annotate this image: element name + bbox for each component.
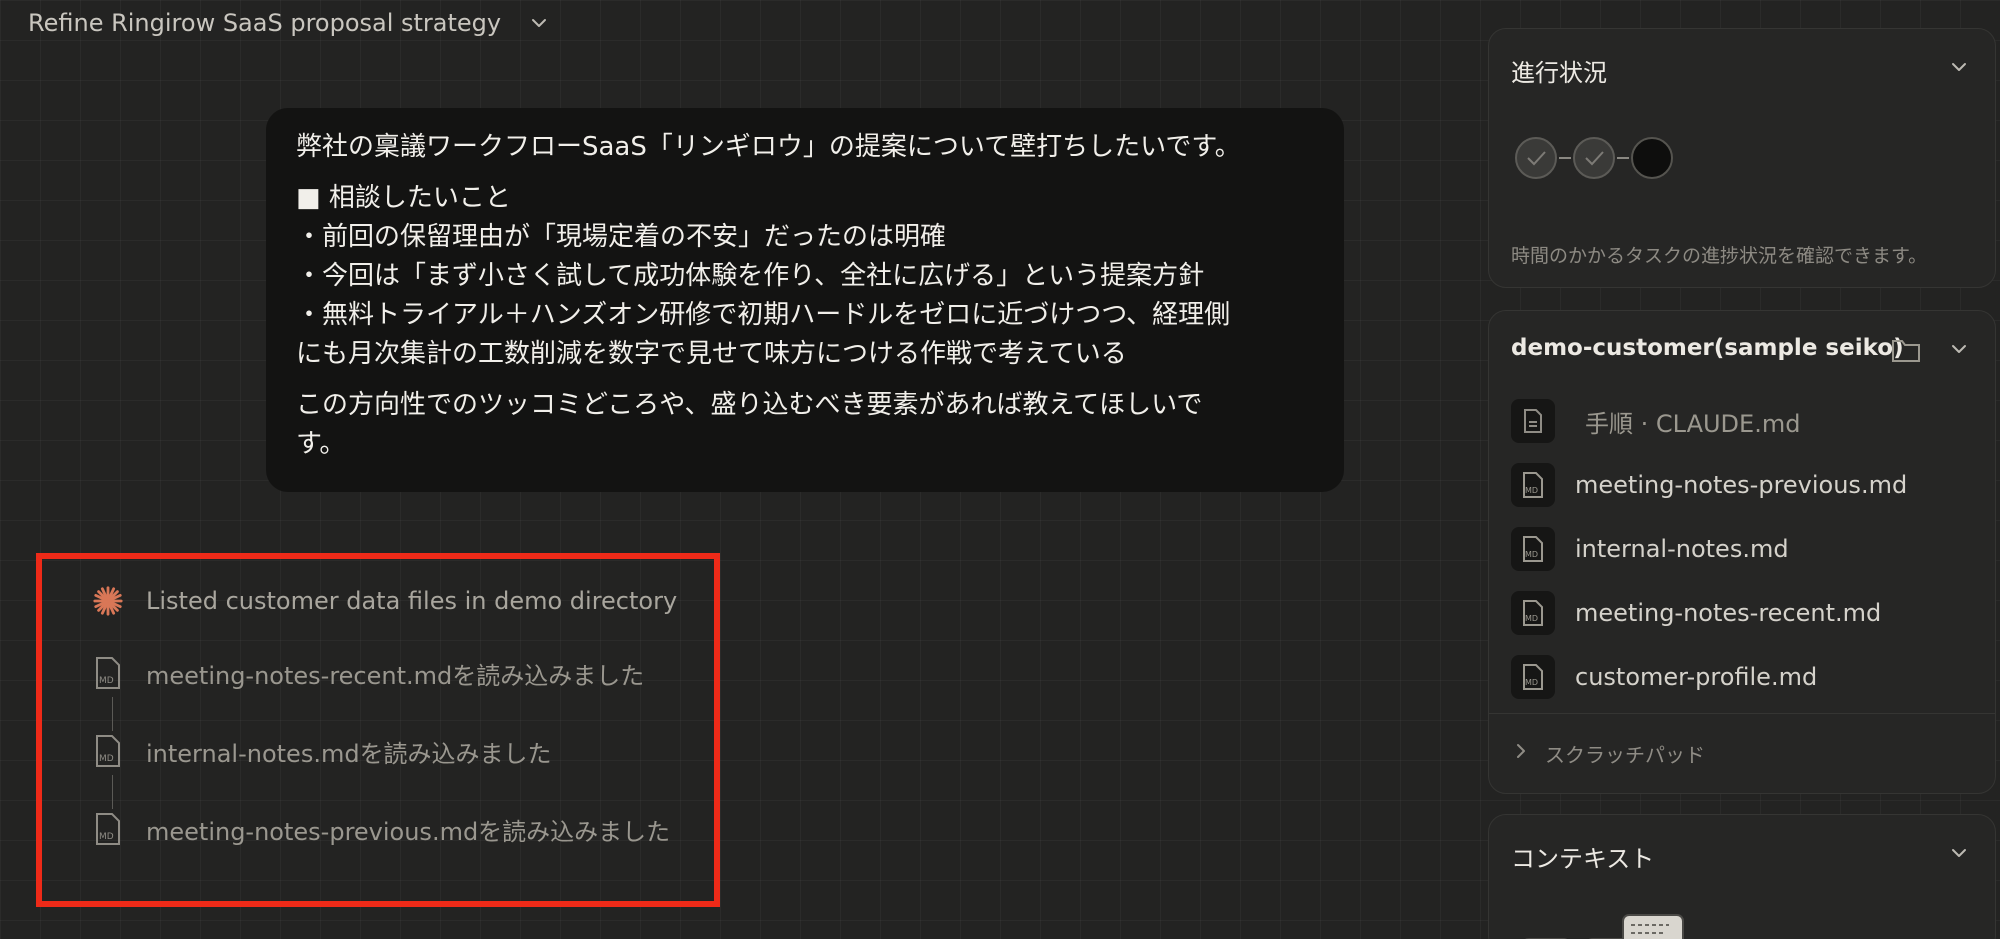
activity-step-label: meeting-notes-recent.mdを読み込みました xyxy=(146,661,645,690)
md-file-icon: MD xyxy=(1511,463,1555,507)
file-item[interactable]: MD meeting-notes-recent.md xyxy=(1511,591,1881,635)
svg-text:MD: MD xyxy=(99,832,114,842)
svg-text:MD: MD xyxy=(99,754,114,764)
md-file-icon: MD xyxy=(1511,527,1555,571)
activity-step-label: meeting-notes-previous.mdを読み込みました xyxy=(146,817,671,846)
doc-icon xyxy=(1511,399,1555,443)
activity-summary-row[interactable]: Listed customer data files in demo direc… xyxy=(92,583,677,619)
timeline-connector xyxy=(112,775,113,809)
files-panel-title: demo-customer(sample seiko) xyxy=(1511,335,1904,361)
step-connector xyxy=(1617,157,1629,159)
claude-spark-icon xyxy=(92,583,124,619)
chevron-down-icon[interactable] xyxy=(1949,57,1969,81)
conversation-title[interactable]: Refine Ringirow SaaS proposal strategy xyxy=(28,9,501,37)
chevron-right-icon xyxy=(1513,741,1529,766)
svg-text:MD: MD xyxy=(1525,486,1538,495)
message-line: ・無料トライアル＋ハンズオン研修で初期ハードルをゼロに近づけつつ、経理側 xyxy=(296,300,1231,330)
file-name: meeting-notes-previous.md xyxy=(1575,471,1908,499)
file-item[interactable]: MD meeting-notes-previous.md xyxy=(1511,463,1907,507)
activity-summary: Listed customer data files in demo direc… xyxy=(146,587,678,615)
message-line: す。 xyxy=(296,429,346,459)
divider xyxy=(1489,713,1995,714)
svg-text:MD: MD xyxy=(1525,614,1538,623)
md-file-icon: MD xyxy=(1511,655,1555,699)
message-line: にも月次集計の工数削減を数字で見せて味方につける作戦で考えている xyxy=(296,339,1127,369)
context-panel-title: コンテキスト xyxy=(1511,845,1655,873)
activity-step-label: internal-notes.mdを読み込みました xyxy=(146,739,552,768)
svg-text:MD: MD xyxy=(1525,678,1538,687)
md-file-icon: MD xyxy=(92,655,124,691)
md-file-icon: MD xyxy=(1511,591,1555,635)
scratchpad-toggle[interactable]: スクラッチパッド xyxy=(1513,739,1705,768)
step-complete-icon xyxy=(1573,137,1615,179)
md-file-icon: MD xyxy=(92,811,124,847)
scratchpad-label: スクラッチパッド xyxy=(1545,743,1705,767)
activity-step[interactable]: MD internal-notes.mdを読み込みました xyxy=(92,733,552,769)
step-complete-icon xyxy=(1515,137,1557,179)
file-item[interactable]: MD internal-notes.md xyxy=(1511,527,1789,571)
activity-step[interactable]: MD meeting-notes-recent.mdを読み込みました xyxy=(92,655,644,691)
progress-panel: 進行状況 時間のかかるタスクの進捗状況を確認できます。 xyxy=(1488,28,1996,288)
file-item[interactable]: MD customer-profile.md xyxy=(1511,655,1817,699)
chevron-down-icon[interactable] xyxy=(1949,339,1969,363)
svg-text:MD: MD xyxy=(99,676,114,686)
md-file-icon: MD xyxy=(92,733,124,769)
file-item[interactable]: 手順 · CLAUDE.md xyxy=(1511,399,1800,443)
step-active-icon xyxy=(1631,137,1673,179)
chevron-down-icon[interactable] xyxy=(529,13,549,33)
file-name: 手順 · CLAUDE.md xyxy=(1585,409,1801,438)
step-connector xyxy=(1559,157,1571,159)
svg-text:MD: MD xyxy=(1525,550,1538,559)
tool-activity-highlight: Listed customer data files in demo direc… xyxy=(36,553,720,907)
message-line: ・今回は「まず小さく試して成功体験を作り、全社に広げる」という提案方針 xyxy=(296,261,1205,291)
activity-step[interactable]: MD meeting-notes-previous.mdを読み込みました xyxy=(92,811,670,847)
message-line: ■ 相談したいこと xyxy=(296,183,511,213)
message-line: ・前回の保留理由が「現場定着の不安」だったのは明確 xyxy=(296,222,947,252)
file-name: meeting-notes-recent.md xyxy=(1575,599,1882,627)
file-name: customer-profile.md xyxy=(1575,663,1818,691)
progress-steps xyxy=(1515,137,1673,179)
message-line: 弊社の稟議ワークフローSaaS「リンギロウ」の提案について壁打ちしたいです。 xyxy=(296,132,1241,162)
conversation-header: Refine Ringirow SaaS proposal strategy xyxy=(28,6,549,40)
folder-icon[interactable] xyxy=(1891,337,1921,367)
context-panel: コンテキスト xyxy=(1488,814,1996,939)
progress-panel-title: 進行状況 xyxy=(1511,59,1607,87)
chevron-down-icon[interactable] xyxy=(1949,843,1969,867)
user-message: 弊社の稟議ワークフローSaaS「リンギロウ」の提案について壁打ちしたいです。 ■… xyxy=(266,108,1344,492)
timeline-connector xyxy=(112,697,113,731)
context-illustration-icon xyxy=(1519,899,1709,939)
file-name: internal-notes.md xyxy=(1575,535,1789,563)
message-line: この方向性でのツッコミどころや、盛り込むべき要素があれば教えてほしいで xyxy=(296,390,1203,420)
progress-note: 時間のかかるタスクの進捗状況を確認できます。 xyxy=(1511,245,1928,267)
files-panel: demo-customer(sample seiko) 手順 · CLAUDE.… xyxy=(1488,310,1996,794)
